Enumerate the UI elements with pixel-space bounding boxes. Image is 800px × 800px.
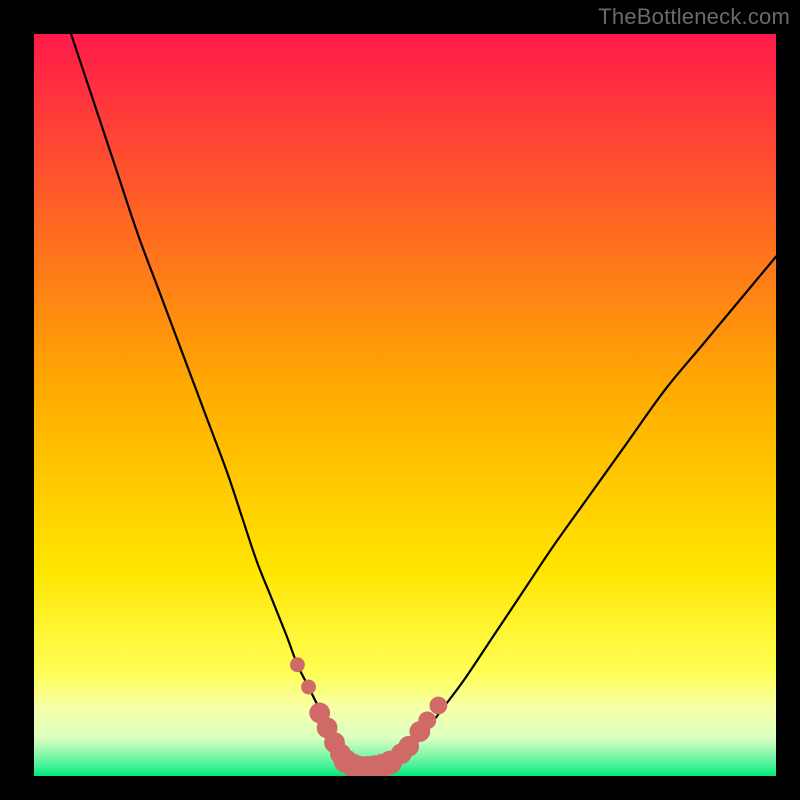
plot-area [34,34,776,776]
watermark-text: TheBottleneck.com [598,4,790,30]
curve-marker [418,711,436,729]
chart-frame: TheBottleneck.com [0,0,800,800]
gradient-background [34,34,776,776]
curve-marker [290,657,305,672]
bottleneck-chart [34,34,776,776]
curve-marker [429,697,447,715]
curve-marker [301,680,316,695]
